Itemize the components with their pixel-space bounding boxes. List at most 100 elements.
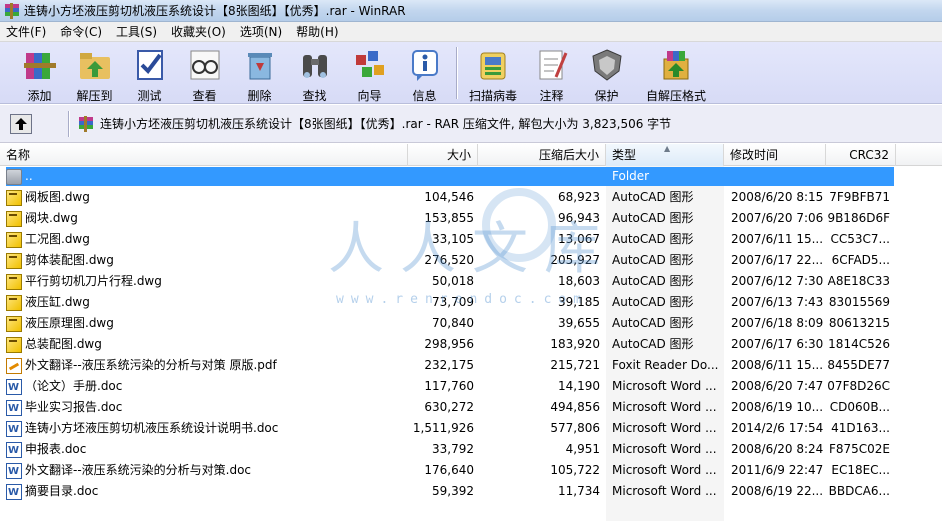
- toolbar-button-wizard[interactable]: 向导: [342, 42, 397, 104]
- menu-item[interactable]: 工具(S): [110, 23, 165, 40]
- file-name-cell: 摘要目录.doc: [6, 481, 410, 502]
- toolbar-button-add-books[interactable]: 添加: [12, 42, 67, 104]
- file-crc: 83015569: [828, 295, 890, 309]
- test-check-icon: [132, 47, 168, 83]
- file-name: 阀块.dwg: [25, 211, 78, 225]
- file-type: AutoCAD 图形: [612, 190, 694, 204]
- file-row[interactable]: 毕业实习报告.doc 630,272 494,856 Microsoft Word .…: [0, 397, 942, 418]
- toolbar-button-comment[interactable]: 注释: [524, 42, 579, 104]
- file-size: [410, 166, 474, 187]
- extract-folder-icon: [77, 47, 113, 83]
- file-packed-size: 494,856: [550, 400, 600, 414]
- window-title: 连铸小方坯液压剪切机液压系统设计【8张图纸】【优秀】.rar - WinRAR: [24, 4, 406, 18]
- file-row[interactable]: 连铸小方坯液压剪切机液压系统设计说明书.doc 1,511,926 577,806 M…: [0, 418, 942, 439]
- address-bar: 连铸小方坯液压剪切机液压系统设计【8张图纸】【优秀】.rar - RAR 压缩文…: [0, 105, 942, 143]
- menu-item[interactable]: 选项(N): [234, 23, 290, 40]
- file-packed-size: 105,722: [550, 463, 600, 477]
- toolbar-button-label: 保护: [594, 89, 619, 103]
- file-name-cell: ..: [6, 166, 410, 187]
- file-row[interactable]: 外文翻译--液压系统污染的分析与对策.doc 176,640 105,722 Micr…: [0, 460, 942, 481]
- sfx-icon: [658, 47, 694, 83]
- doc-file-icon: [6, 482, 22, 502]
- toolbar-button-virus-scan[interactable]: 扫描病毒: [462, 42, 524, 104]
- dwg-file-icon: [6, 231, 22, 248]
- file-type: AutoCAD 图形: [612, 211, 694, 225]
- virus-scan-icon: [475, 47, 511, 83]
- info-icon: [407, 47, 443, 83]
- toolbar-button-find-binoculars[interactable]: 查找: [287, 42, 342, 104]
- file-row[interactable]: 阀块.dwg 153,855 96,943 AutoCAD 图形 2007/6/20 7…: [0, 208, 942, 229]
- file-row[interactable]: 工况图.dwg 33,105 13,067 AutoCAD 图形 2007/6/11 1…: [0, 229, 942, 250]
- add-books-icon: [22, 47, 58, 83]
- file-row[interactable]: 平行剪切机刀片行程.dwg 50,018 18,603 AutoCAD 图形 2007/…: [0, 271, 942, 292]
- file-crc: [826, 166, 890, 187]
- folder-file-icon: [6, 168, 22, 185]
- menu-bar: 文件(F) 命令(C) 工具(S) 收藏夹(O) 选项(N) 帮助(H): [0, 22, 942, 42]
- column-header-packed[interactable]: 压缩后大小: [478, 144, 606, 166]
- toolbar-button-delete-recycle[interactable]: 删除: [232, 42, 287, 104]
- file-name-cell: 外文翻译--液压系统污染的分析与对策 原版.pdf: [6, 355, 410, 376]
- file-type: AutoCAD 图形: [612, 295, 694, 309]
- menu-item[interactable]: 帮助(H): [290, 23, 346, 40]
- file-row[interactable]: 总装配图.dwg 298,956 183,920 AutoCAD 图形 2007/6/1…: [0, 334, 942, 355]
- toolbar-button-view-glasses[interactable]: 查看: [177, 42, 232, 104]
- file-packed-size: 4,951: [565, 442, 600, 456]
- file-row[interactable]: 液压缸.dwg 73,709 39,185 AutoCAD 图形 2007/6/13 7…: [0, 292, 942, 313]
- file-name: 液压缸.dwg: [25, 295, 90, 309]
- column-header-crc[interactable]: CRC32: [826, 144, 896, 166]
- file-row[interactable]: 摘要目录.doc 59,392 11,734 Microsoft Word ... 20…: [0, 481, 942, 502]
- file-row[interactable]: 剪体装配图.dwg 276,520 205,927 AutoCAD 图形 2007/6/…: [0, 250, 942, 271]
- file-name: 外文翻译--液压系统污染的分析与对策 原版.pdf: [25, 358, 277, 372]
- toolbar-button-sfx[interactable]: 自解压格式: [634, 42, 718, 104]
- file-type: AutoCAD 图形: [612, 337, 694, 351]
- toolbar-button-label: 解压到: [76, 89, 113, 103]
- file-packed-size: 68,923: [558, 190, 600, 204]
- file-name: 毕业实习报告.doc: [25, 400, 123, 414]
- file-row[interactable]: 液压原理图.dwg 70,840 39,655 AutoCAD 图形 2007/6/18…: [0, 313, 942, 334]
- file-name-cell: 申报表.doc: [6, 439, 410, 460]
- file-crc: 6CFAD5...: [831, 253, 890, 267]
- menu-item[interactable]: 文件(F): [0, 23, 54, 40]
- file-type: Folder: [612, 169, 650, 183]
- file-name-cell: 连铸小方坯液压剪切机液压系统设计说明书.doc: [6, 418, 410, 439]
- file-crc: 9B186D6F: [827, 211, 890, 225]
- file-modified: 2008/6/19 10...: [731, 400, 824, 414]
- file-list: .. Folder 阀板图.dwg 104,546 68,923 AutoCAD 图形 20…: [0, 166, 942, 521]
- file-size: 104,546: [424, 190, 474, 204]
- file-type: AutoCAD 图形: [612, 274, 694, 288]
- toolbar-button-info[interactable]: 信息: [397, 42, 452, 104]
- file-name: 阀板图.dwg: [25, 190, 90, 204]
- toolbar-button-protect-shield[interactable]: 保护: [579, 42, 634, 104]
- menu-item[interactable]: 收藏夹(O): [165, 23, 234, 40]
- file-crc: 7F9BFB71: [829, 190, 890, 204]
- file-row[interactable]: 阀板图.dwg 104,546 68,923 AutoCAD 图形 2008/6/20 …: [0, 187, 942, 208]
- file-size: 630,272: [424, 400, 474, 414]
- delete-recycle-icon: [242, 47, 278, 83]
- menu-item[interactable]: 命令(C): [54, 23, 110, 40]
- file-name: 申报表.doc: [25, 442, 87, 456]
- find-binoculars-icon: [297, 47, 333, 83]
- parent-folder-row[interactable]: .. Folder: [0, 166, 942, 187]
- file-size: 70,840: [432, 316, 474, 330]
- file-packed-size: 39,655: [558, 316, 600, 330]
- column-header-size[interactable]: 大小: [408, 144, 478, 166]
- file-packed-size: 183,920: [550, 337, 600, 351]
- file-name-cell: 平行剪切机刀片行程.dwg: [6, 271, 410, 292]
- file-row[interactable]: 外文翻译--液压系统污染的分析与对策 原版.pdf 232,175 215,721 F…: [0, 355, 942, 376]
- toolbar-button-test-check[interactable]: 测试: [122, 42, 177, 104]
- file-packed-size: [478, 166, 600, 187]
- doc-file-icon: [6, 440, 22, 460]
- toolbar-button-label: 信息: [412, 89, 437, 103]
- column-header-type[interactable]: 类型 ▲: [606, 144, 724, 166]
- file-row[interactable]: 申报表.doc 33,792 4,951 Microsoft Word ... 2008…: [0, 439, 942, 460]
- toolbar-button-extract-folder[interactable]: 解压到: [67, 42, 122, 104]
- file-type: Foxit Reader Do...: [612, 358, 719, 372]
- file-name-cell: 液压原理图.dwg: [6, 313, 410, 334]
- toolbar-button-label: 查找: [302, 89, 327, 103]
- up-folder-button[interactable]: [10, 113, 32, 134]
- dwg-file-icon: [6, 315, 22, 332]
- file-packed-size: 205,927: [550, 253, 600, 267]
- file-row[interactable]: （论文）手册.doc 117,760 14,190 Microsoft Word ..…: [0, 376, 942, 397]
- column-header-name[interactable]: 名称: [0, 144, 408, 166]
- column-header-modified[interactable]: 修改时间: [724, 144, 826, 166]
